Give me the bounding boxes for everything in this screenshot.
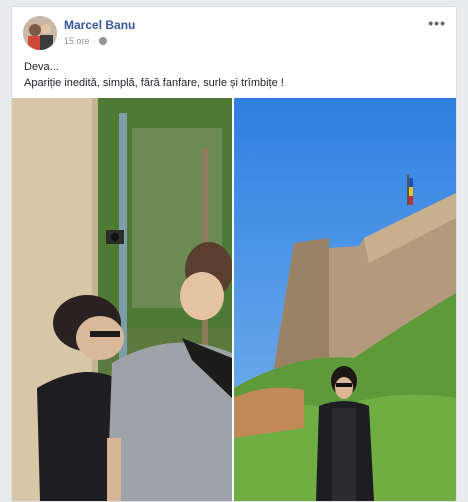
post-photos	[12, 98, 456, 501]
post-header: Marcel Banu 15 ore · •••	[12, 7, 456, 55]
post-text-line-1: Deva...	[24, 61, 59, 73]
meta-separator: ·	[92, 36, 96, 46]
photo-doorway[interactable]	[12, 98, 232, 501]
post-timestamp[interactable]: 15 ore	[64, 36, 90, 46]
author-avatar[interactable]	[23, 16, 57, 50]
post-meta: 15 ore ·	[64, 36, 107, 46]
facebook-post-card: Marcel Banu 15 ore · ••• Deva... Apariție…	[11, 6, 457, 502]
globe-icon[interactable]	[98, 37, 107, 45]
author-name-link[interactable]: Marcel Banu	[64, 18, 135, 32]
post-text: Deva... Apariție inedită, simplă, fără f…	[24, 59, 444, 91]
post-text-line-2: Apariție inedită, simplă, fără fanfare, …	[24, 77, 284, 89]
photo-fortress[interactable]	[234, 98, 456, 501]
more-options-icon[interactable]: •••	[428, 15, 446, 31]
